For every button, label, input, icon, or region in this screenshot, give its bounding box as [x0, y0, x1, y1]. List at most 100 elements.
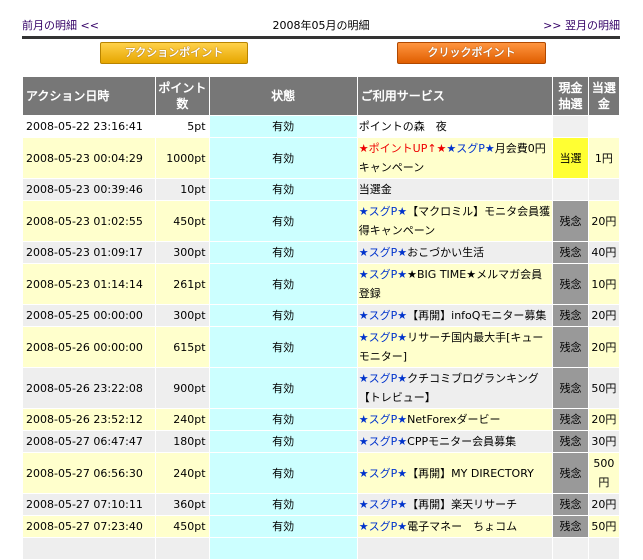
prize-amount-cell: 20円	[588, 201, 619, 241]
status-cell: 有効	[209, 116, 357, 137]
table-header-row: アクション日時 ポイント数 状態 ご利用サービス 現金抽選 当選金	[23, 77, 619, 115]
lottery-result-cell: 残念	[553, 409, 588, 430]
status-cell: 有効	[209, 242, 357, 263]
table-row	[23, 538, 619, 559]
points-cell: 300pt	[156, 305, 209, 326]
status-cell: 有効	[209, 138, 357, 178]
action-date-cell: 2008-05-23 00:39:46	[23, 179, 156, 200]
prize-amount-cell: 50円	[588, 516, 619, 537]
action-date-cell: 2008-05-27 07:10:11	[23, 494, 156, 515]
header-date: アクション日時	[23, 77, 156, 115]
status-cell: 有効	[209, 305, 357, 326]
service-tag: ★スグP★	[358, 498, 408, 511]
table-row: 2008-05-27 07:23:40 450pt 有効 ★スグP★電子マネー ちょコ…	[23, 516, 619, 537]
lottery-result-cell: 残念	[553, 305, 588, 326]
service-name[interactable]: おこづかい生活	[407, 246, 484, 259]
empty-cell	[156, 538, 209, 559]
service-cell: ★スグP★【再開】楽天リサーチ	[357, 494, 553, 515]
lottery-result-cell: 当選	[553, 138, 588, 178]
action-date-cell: 2008-05-27 06:47:47	[23, 431, 156, 452]
service-tag: ★スグP★	[358, 309, 408, 322]
action-date-cell: 2008-05-23 01:09:17	[23, 242, 156, 263]
click-points-button[interactable]: クリックポイント	[397, 42, 546, 64]
service-cell: ★スグP★NetForexダービー	[357, 409, 553, 430]
action-date-cell: 2008-05-23 00:04:29	[23, 138, 156, 178]
header-prize: 当選金	[588, 77, 619, 115]
status-cell: 有効	[209, 179, 357, 200]
action-points-button[interactable]: アクションポイント	[100, 42, 248, 64]
header-divider	[22, 36, 620, 39]
lottery-result-cell: 残念	[553, 264, 588, 304]
header-points: ポイント数	[156, 77, 209, 115]
table-row: 2008-05-26 23:52:12 240pt 有効 ★スグP★NetForexダ…	[23, 409, 619, 430]
points-cell: 300pt	[156, 242, 209, 263]
service-cell: ★スグP★クチコミブログランキング【トレビュー】	[357, 368, 553, 408]
next-month-link[interactable]: >> 翌月の明細	[543, 17, 620, 33]
points-cell: 240pt	[156, 409, 209, 430]
service-name[interactable]: CPPモニター会員募集	[407, 435, 516, 448]
prize-amount-cell: 20円	[588, 409, 619, 430]
service-tag: ★スグP★	[358, 205, 408, 218]
action-date-cell: 2008-05-26 23:52:12	[23, 409, 156, 430]
service-tag: ★ポイントUP↑★	[358, 142, 447, 155]
status-cell: 有効	[209, 409, 357, 430]
month-navigation: 前月の明細 << 2008年05月の明細 >> 翌月の明細	[22, 17, 620, 33]
points-cell: 450pt	[156, 201, 209, 241]
status-cell: 有効	[209, 327, 357, 367]
status-cell: 有効	[209, 264, 357, 304]
points-cell: 900pt	[156, 368, 209, 408]
action-date-cell: 2008-05-26 00:00:00	[23, 327, 156, 367]
points-cell: 360pt	[156, 494, 209, 515]
prize-amount-cell: 50円	[588, 368, 619, 408]
service-cell: ★スグP★【マクロミル】モニタ会員獲得キャンペーン	[357, 201, 553, 241]
points-cell: 10pt	[156, 179, 209, 200]
table-row: 2008-05-25 00:00:00 300pt 有効 ★スグP★【再開】infoQ…	[23, 305, 619, 326]
table-row: 2008-05-23 01:14:14 261pt 有効 ★スグP★★BIG TIME…	[23, 264, 619, 304]
empty-cell	[588, 538, 619, 559]
header-service: ご利用サービス	[357, 77, 553, 115]
service-cell: 当選金	[357, 179, 553, 200]
service-cell: ★スグP★【再開】MY DIRECTORY	[357, 453, 553, 493]
service-tag: ★スグP★	[358, 246, 408, 259]
status-cell: 有効	[209, 431, 357, 452]
status-cell: 有効	[209, 516, 357, 537]
table-row: 2008-05-27 06:56:30 240pt 有効 ★スグP★【再開】MY DI…	[23, 453, 619, 493]
service-name[interactable]: 【再開】楽天リサーチ	[407, 498, 517, 511]
service-cell: ★スグP★CPPモニター会員募集	[357, 431, 553, 452]
service-tag: ★スグP★	[358, 466, 408, 480]
service-cell: ★スグP★★BIG TIME★メルマガ会員登録	[357, 264, 553, 304]
service-name[interactable]: 【再開】MY DIRECTORY	[407, 467, 534, 480]
service-name[interactable]: NetForexダービー	[407, 413, 500, 426]
action-date-cell: 2008-05-27 07:23:40	[23, 516, 156, 537]
service-tag: ★スグP★	[358, 372, 408, 385]
service-cell: ★スグP★【再開】infoQモニター募集	[357, 305, 553, 326]
action-date-cell: 2008-05-23 01:14:14	[23, 264, 156, 304]
status-cell: 有効	[209, 494, 357, 515]
table-row: 2008-05-23 01:09:17 300pt 有効 ★スグP★おこづかい生活 残念…	[23, 242, 619, 263]
service-tag: ★スグP★	[358, 331, 408, 344]
service-name[interactable]: ポイントの森 夜	[359, 120, 447, 133]
service-name[interactable]: 【再開】infoQモニター募集	[407, 309, 546, 322]
service-tag: ★スグP★	[358, 435, 408, 448]
service-cell: ポイントの森 夜	[357, 116, 553, 137]
table-row: 2008-05-27 06:47:47 180pt 有効 ★スグP★CPPモニター会員…	[23, 431, 619, 452]
header-status: 状態	[209, 77, 357, 115]
service-name[interactable]: 電子マネー ちょコム	[407, 520, 517, 533]
table-row: 2008-05-23 00:39:46 10pt 有効 当選金	[23, 179, 619, 200]
table-row: 2008-05-26 00:00:00 615pt 有効 ★スグP★リサーチ国内最大手…	[23, 327, 619, 367]
table-row: 2008-05-23 00:04:29 1000pt 有効 ★ポイントUP↑★★スグP…	[23, 138, 619, 178]
empty-cell	[23, 538, 156, 559]
status-cell: 有効	[209, 453, 357, 493]
action-date-cell: 2008-05-27 06:56:30	[23, 453, 156, 493]
lottery-result-cell: 残念	[553, 431, 588, 452]
points-cell: 1000pt	[156, 138, 209, 178]
service-tag: ★スグP★	[446, 142, 495, 155]
service-cell: ★ポイントUP↑★★スグP★月会費0円キャンペーン	[357, 138, 553, 178]
service-name[interactable]: 当選金	[359, 183, 392, 196]
lottery-result-cell	[553, 116, 588, 137]
points-cell: 261pt	[156, 264, 209, 304]
lottery-result-cell: 残念	[553, 368, 588, 408]
service-tag: ★スグP★	[358, 268, 408, 281]
service-tag: ★スグP★	[358, 413, 408, 426]
service-cell: ★スグP★おこづかい生活	[357, 242, 553, 263]
